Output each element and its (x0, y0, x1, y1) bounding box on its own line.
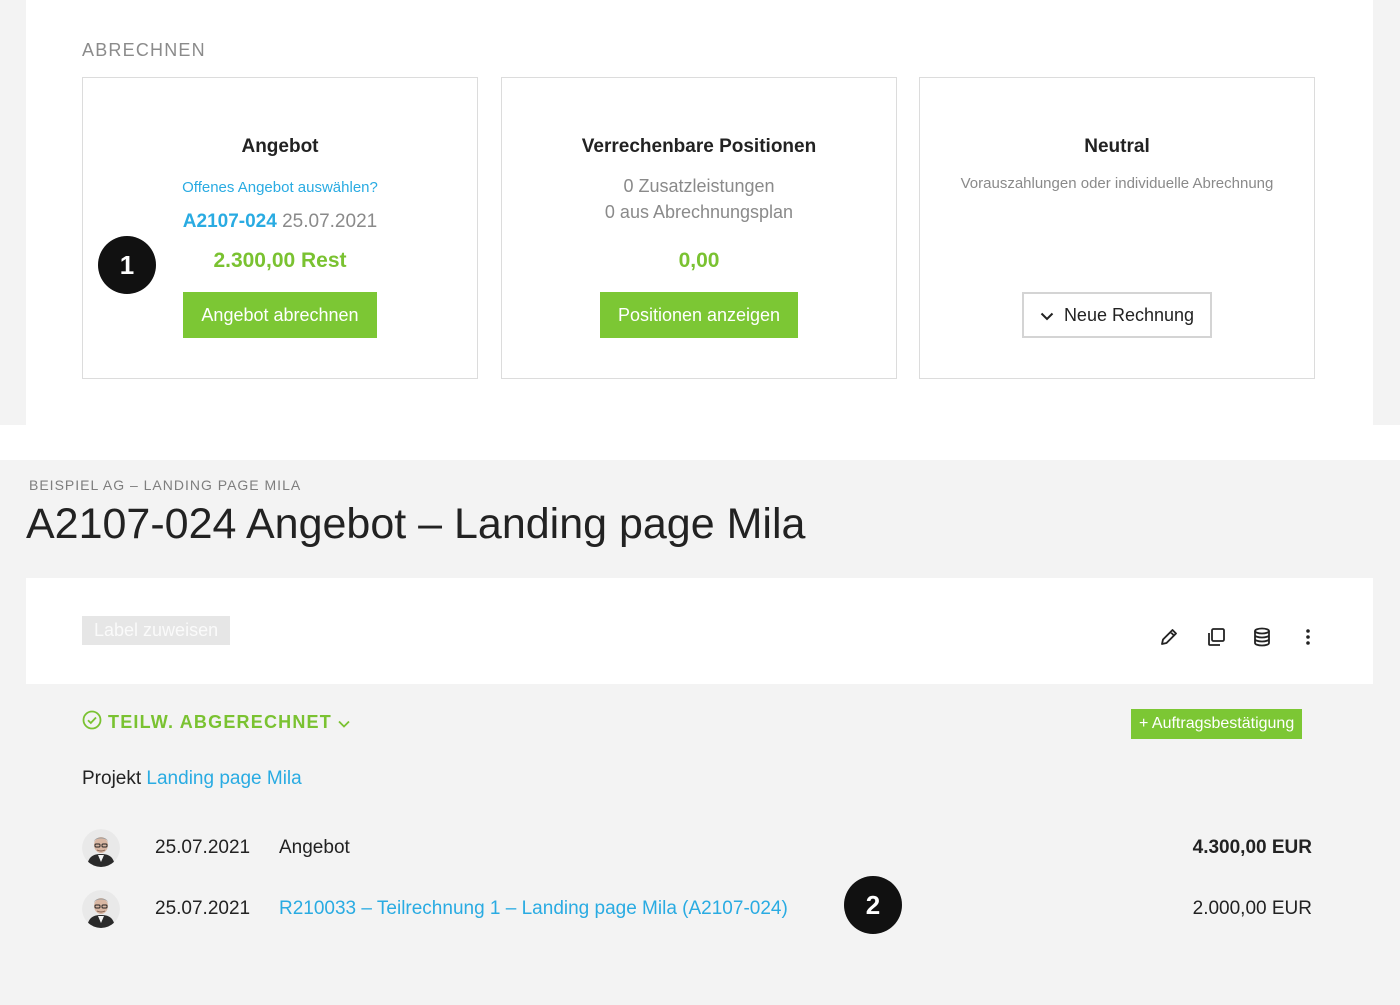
offer-date: 25.07.2021 (282, 211, 378, 232)
offer-card-title: Angebot (241, 136, 319, 157)
additional-services-count: 0 Zusatzleistungen (623, 176, 775, 196)
project-line: Projekt Landing page Mila (82, 768, 302, 790)
offer-card: Angebot Offenes Angebot auswählen? A2107… (82, 77, 478, 379)
billing-plan-count: 0 aus Abrechnungsplan (604, 202, 794, 222)
step-marker-1: 1 (98, 236, 156, 294)
neutral-description: Vorauszahlungen oder individuelle Abrech… (960, 175, 1274, 192)
positions-card-title: Verrechenbare Positionen (581, 136, 817, 157)
step-marker-2: 2 (844, 876, 902, 934)
avatar (82, 890, 120, 928)
add-order-confirmation-button[interactable]: + Auftragsbestätigung (1131, 709, 1303, 739)
invoice-link[interactable]: R210033 – Teilrechnung 1 – Landing page … (279, 898, 788, 919)
bill-offer-button[interactable]: Angebot abrechnen (183, 292, 377, 338)
list-item: 25.07.2021 R210033 – Teilrechnung 1 – La… (82, 889, 1312, 929)
assign-label-button[interactable]: Label zuweisen (82, 616, 231, 645)
more-vertical-icon[interactable] (1295, 624, 1321, 650)
status-label: TEILW. ABGERECHNET (108, 712, 332, 732)
row-amount: 2.000,00 EUR (1192, 898, 1312, 919)
status-dropdown[interactable]: TEILW. ABGERECHNET (82, 710, 350, 735)
copy-icon[interactable] (1203, 624, 1229, 650)
check-circle-icon (82, 710, 102, 735)
page-title: A2107-024 Angebot – Landing page Mila (26, 500, 806, 548)
row-date: 25.07.2021 (155, 837, 251, 858)
database-icon[interactable] (1249, 624, 1275, 650)
pencil-icon[interactable] (1156, 624, 1182, 650)
project-prefix: Projekt (82, 768, 142, 789)
show-positions-button[interactable]: Positionen anzeigen (599, 292, 799, 338)
neutral-card: Neutral Vorauszahlungen oder individuell… (919, 77, 1315, 379)
billable-positions-card: Verrechenbare Positionen 0 Zusatzleistun… (501, 77, 897, 379)
section-title: ABRECHNEN (82, 40, 206, 60)
row-date: 25.07.2021 (155, 898, 251, 919)
new-invoice-button[interactable]: Neue Rechnung (1021, 292, 1213, 338)
neutral-card-title: Neutral (1084, 136, 1150, 157)
offer-number-link[interactable]: A2107-024 (183, 211, 277, 232)
chevron-down-icon (1040, 305, 1054, 326)
row-amount: 4.300,00 EUR (1192, 837, 1312, 858)
positions-amount: 0,00 (678, 249, 720, 272)
select-offer-link[interactable]: Offenes Angebot auswählen? (182, 179, 378, 196)
project-link[interactable]: Landing page Mila (146, 768, 301, 789)
chevron-down-icon (338, 712, 350, 733)
breadcrumb: BEISPIEL AG – LANDING PAGE MILA (29, 477, 302, 493)
row-description: Angebot (279, 837, 350, 858)
new-invoice-label: Neue Rechnung (1063, 304, 1195, 325)
list-item: 25.07.2021 Angebot 4.300,00 EUR (82, 828, 1312, 868)
avatar (82, 829, 120, 867)
